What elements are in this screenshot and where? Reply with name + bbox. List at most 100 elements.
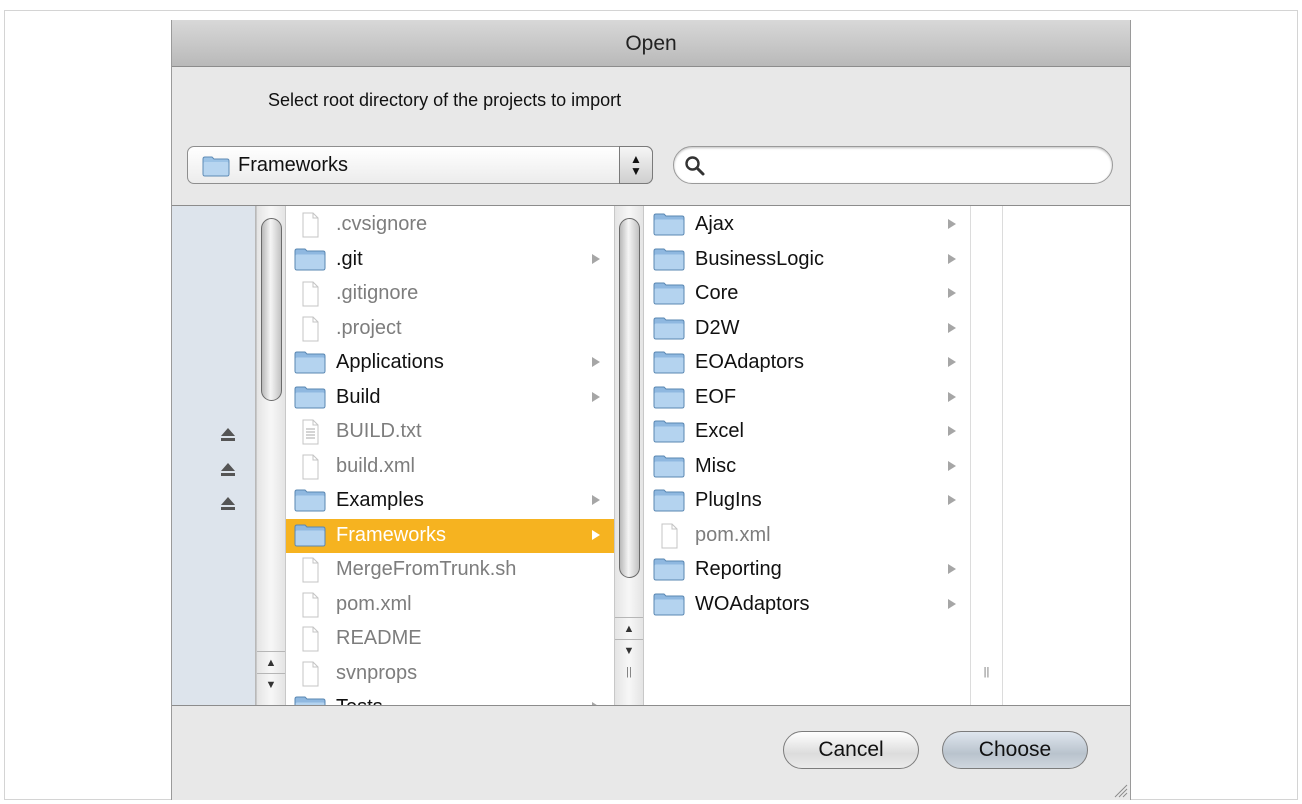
item-name: pom.xml [695, 523, 771, 546]
folder-row[interactable]: Frameworks [286, 518, 614, 553]
folder-row[interactable]: Ajax [645, 208, 970, 242]
folder-row[interactable]: D2W [645, 312, 970, 346]
folder-row[interactable]: Build [286, 381, 614, 415]
disclosure-arrow-icon [948, 460, 956, 471]
file-row[interactable]: MergeFromTrunk.sh [286, 553, 614, 587]
file-row[interactable]: svnprops [286, 657, 614, 691]
location-popup[interactable]: Frameworks ▲ ▼ [187, 146, 653, 184]
document-icon [302, 557, 319, 583]
file-browser: ▲ ▼ .cvsignore .git .gitignore .project Appl… [172, 205, 1130, 706]
scroll-down-arrow-icon[interactable]: ▼ [615, 639, 643, 661]
scroll-thumb[interactable] [619, 218, 640, 578]
disclosure-arrow-icon [592, 702, 600, 705]
document-icon [302, 626, 319, 652]
disclosure-arrow-icon [948, 391, 956, 402]
file-row[interactable]: .gitignore [286, 277, 614, 311]
item-name: Applications [336, 351, 444, 373]
file-row[interactable]: pom.xml [286, 588, 614, 622]
folder-icon [653, 351, 685, 374]
folder-icon [653, 455, 685, 477]
choose-button[interactable]: Choose [942, 731, 1088, 769]
file-row[interactable]: .cvsignore [286, 208, 614, 242]
folder-icon [294, 489, 326, 512]
disclosure-arrow-icon [948, 564, 956, 574]
document-icon [302, 281, 319, 307]
folder-icon [653, 593, 685, 615]
folder-row[interactable]: BusinessLogic [645, 243, 970, 277]
folder-row[interactable]: Misc [645, 450, 970, 484]
folder-icon [202, 156, 230, 177]
scroll-up-arrow-icon[interactable]: ▲ [615, 617, 643, 639]
document-icon [661, 523, 678, 548]
eject-icon[interactable] [220, 426, 236, 442]
document-icon [302, 661, 319, 686]
item-name: EOF [695, 385, 737, 408]
scroll-up-arrow-icon[interactable]: ▲ [257, 651, 285, 673]
item-name: BUILD.txt [336, 420, 422, 442]
scroll-down-arrow-icon[interactable]: ▼ [257, 673, 285, 695]
item-name: build.xml [336, 454, 415, 477]
location-label: Frameworks [238, 154, 349, 176]
item-name: .gitignore [336, 282, 419, 304]
item-name: BusinessLogic [695, 247, 824, 270]
disclosure-arrow-icon [948, 288, 956, 298]
item-name: Build [336, 385, 381, 408]
folder-icon [653, 282, 685, 305]
folder-icon [653, 558, 685, 581]
folder-icon [653, 386, 685, 408]
folder-row[interactable]: EOF [645, 381, 970, 415]
folder-row[interactable]: WOAdaptors [645, 588, 970, 622]
item-name: .project [336, 316, 402, 339]
file-row[interactable]: build.xml [286, 450, 614, 484]
item-name: WOAdaptors [695, 592, 810, 615]
resize-grip-icon[interactable] [1112, 782, 1128, 798]
item-name: .cvsignore [336, 213, 428, 235]
folder-row[interactable]: EOAdaptors [645, 346, 970, 380]
item-name: Ajax [695, 213, 734, 235]
document-icon [302, 592, 319, 617]
disclosure-arrow-icon [592, 529, 600, 540]
folder-row[interactable]: Excel [645, 415, 970, 449]
file-row[interactable]: BUILD.txt [286, 415, 614, 449]
document-icon [302, 316, 319, 341]
column2-scrollbar[interactable]: ▲ ▼ || [614, 206, 644, 705]
document-icon [302, 454, 319, 479]
folder-row[interactable]: Applications [286, 346, 614, 380]
folder-icon [294, 248, 326, 270]
file-row[interactable]: README [286, 622, 614, 656]
disclosure-arrow-icon [948, 598, 956, 609]
open-dialog: Open Select root directory of the projec… [171, 20, 1131, 800]
folder-row[interactable]: Tests [286, 691, 614, 705]
folder-row[interactable]: .git [286, 243, 614, 277]
column-resize-handle[interactable]: || [971, 661, 1002, 683]
sidebar [172, 206, 256, 705]
popup-stepper-icon[interactable]: ▲ ▼ [619, 146, 653, 184]
item-name: Tests [336, 696, 383, 705]
search-field[interactable] [673, 146, 1113, 184]
file-row[interactable]: pom.xml [645, 519, 970, 553]
folder-row[interactable]: PlugIns [645, 484, 970, 518]
cancel-button[interactable]: Cancel [783, 731, 919, 769]
file-row[interactable]: .project [286, 312, 614, 346]
eject-icon[interactable] [220, 461, 236, 477]
column1-list: .cvsignore .git .gitignore .project Applicat… [286, 206, 614, 705]
column1-scrollbar[interactable]: ▲ ▼ [256, 206, 286, 705]
item-name: Frameworks [336, 523, 447, 546]
folder-row[interactable]: Core [645, 277, 970, 311]
item-name: MergeFromTrunk.sh [336, 558, 517, 580]
column-resize-handle[interactable]: || [615, 661, 643, 683]
item-name: Misc [695, 454, 737, 477]
document-icon [302, 212, 319, 238]
disclosure-arrow-icon [592, 495, 600, 505]
item-name: Reporting [695, 558, 782, 580]
folder-row[interactable]: Examples [286, 484, 614, 518]
folder-row[interactable]: Reporting [645, 553, 970, 587]
eject-icon[interactable] [220, 495, 236, 511]
folder-icon [294, 351, 326, 374]
scroll-thumb[interactable] [261, 218, 282, 401]
disclosure-arrow-icon [592, 253, 600, 264]
folder-icon [653, 248, 685, 270]
dialog-title: Open [172, 20, 1130, 67]
disclosure-arrow-icon [592, 357, 600, 367]
search-input[interactable] [712, 153, 1102, 177]
